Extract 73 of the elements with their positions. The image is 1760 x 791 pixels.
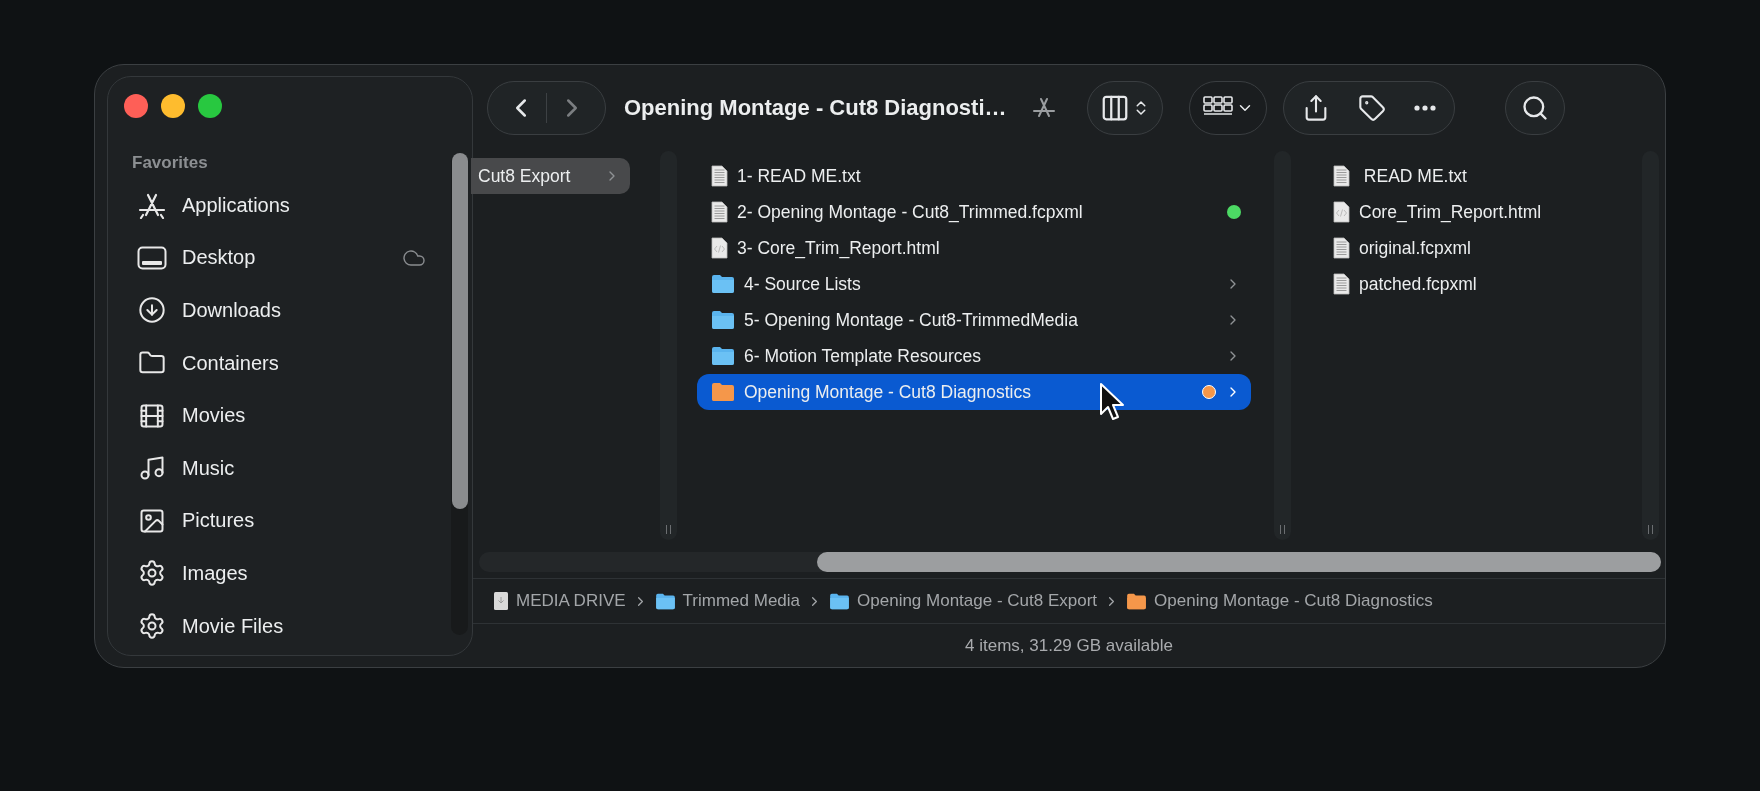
column-resize-handle[interactable] bbox=[1274, 151, 1291, 540]
text-file-icon bbox=[1333, 273, 1350, 295]
file-name: Cut8 Export bbox=[478, 165, 571, 187]
sidebar-item[interactable]: Movies bbox=[182, 404, 426, 428]
ellipsis-icon bbox=[1413, 105, 1436, 111]
text-file-icon bbox=[1333, 165, 1350, 187]
folder-icon bbox=[654, 592, 676, 610]
file-row[interactable]: 3- Core_Trim_Report.html bbox=[697, 230, 1251, 266]
desktop-icon bbox=[137, 245, 167, 270]
text-file-icon bbox=[1333, 237, 1350, 259]
column-resize-handle[interactable] bbox=[660, 151, 677, 540]
download-icon bbox=[138, 296, 166, 325]
gear-icon bbox=[138, 559, 166, 588]
pointer-icon bbox=[1099, 382, 1125, 422]
sidebar-item[interactable]: Music bbox=[182, 456, 426, 480]
folder-icon bbox=[711, 274, 735, 294]
path-item[interactable]: Trimmed Media bbox=[682, 591, 801, 611]
text-file-icon bbox=[711, 165, 728, 187]
group-button[interactable] bbox=[1188, 81, 1267, 135]
file-name: 2- Opening Montage - Cut8_Trimmed.fcpxml bbox=[737, 201, 1083, 223]
folder-icon bbox=[829, 592, 851, 610]
sidebar-item[interactable]: Pictures bbox=[182, 509, 426, 533]
file-name: patched.fcpxml bbox=[1359, 273, 1477, 295]
file-row[interactable]: 1- READ ME.txt bbox=[697, 158, 1251, 194]
minimize-button[interactable] bbox=[161, 94, 185, 118]
column-resize-handle[interactable] bbox=[1642, 151, 1659, 540]
scrollbar[interactable] bbox=[479, 552, 1661, 572]
file-name: READ ME.txt bbox=[1362, 165, 1467, 187]
sidebar-item[interactable]: Containers bbox=[182, 351, 426, 375]
file-row[interactable]: Cut8 Export bbox=[471, 158, 630, 194]
file-name: Opening Montage - Cut8 Diagnostics bbox=[744, 381, 1031, 403]
sidebar-item[interactable]: Movie Files bbox=[182, 614, 426, 638]
app-store-icon bbox=[137, 191, 167, 220]
sidebar-item[interactable]: Downloads bbox=[182, 299, 426, 322]
tag-icon bbox=[1357, 94, 1386, 122]
file-name: original.fcpxml bbox=[1359, 237, 1471, 259]
file-row[interactable]: 4- Source Lists bbox=[697, 266, 1251, 302]
file-row[interactable]: 2- Opening Montage - Cut8_Trimmed.fcpxml bbox=[697, 194, 1251, 230]
search-button[interactable] bbox=[1504, 81, 1565, 135]
file-name: 3- Core_Trim_Report.html bbox=[737, 237, 940, 259]
folder-icon bbox=[711, 310, 735, 330]
file-row[interactable]: 6- Motion Template Resources bbox=[697, 338, 1251, 374]
sidebar-item[interactable]: Desktop bbox=[182, 246, 388, 270]
sidebar-item[interactable]: Images bbox=[182, 561, 426, 585]
file-name: 6- Motion Template Resources bbox=[744, 345, 981, 367]
sidebar-section-heading: Favorites bbox=[132, 153, 209, 173]
file-row[interactable]: original.fcpxml bbox=[1317, 230, 1622, 266]
window-title: Opening Montage - Cut8 Diagnosti… bbox=[624, 95, 1007, 121]
close-button[interactable] bbox=[124, 94, 148, 118]
file-name: 5- Opening Montage - Cut8-TrimmedMedia bbox=[744, 309, 1078, 331]
folder-icon bbox=[711, 346, 735, 366]
file-row[interactable]: patched.fcpxml bbox=[1317, 266, 1622, 302]
html-file-icon bbox=[711, 237, 728, 259]
sidebar-item[interactable]: Applications bbox=[182, 193, 426, 217]
file-row[interactable]: READ ME.txt bbox=[1317, 158, 1622, 194]
zoom-button[interactable] bbox=[198, 94, 222, 118]
app-store-icon[interactable] bbox=[1030, 96, 1057, 120]
view-button[interactable] bbox=[1086, 81, 1163, 135]
file-row[interactable]: 5- Opening Montage - Cut8-TrimmedMedia bbox=[697, 302, 1251, 338]
html-file-icon bbox=[1333, 201, 1350, 223]
path-item[interactable]: MEDIA DRIVE bbox=[516, 591, 626, 611]
file-name: Core_Trim_Report.html bbox=[1359, 201, 1542, 223]
path-item[interactable]: Opening Montage - Cut8 Export bbox=[857, 591, 1098, 611]
status-text: 4 items, 31.29 GB available bbox=[964, 634, 1174, 657]
search-icon bbox=[1520, 94, 1549, 122]
text-file-icon bbox=[711, 201, 728, 223]
file-row[interactable]: Core_Trim_Report.html bbox=[1317, 194, 1622, 230]
scrollbar[interactable] bbox=[451, 153, 468, 635]
drive-icon bbox=[493, 591, 509, 611]
path-item[interactable]: Opening Montage - Cut8 Diagnostics bbox=[1154, 591, 1433, 611]
file-name: 1- READ ME.txt bbox=[737, 165, 861, 187]
file-name: 4- Source Lists bbox=[744, 273, 861, 295]
gear-icon bbox=[138, 612, 166, 641]
